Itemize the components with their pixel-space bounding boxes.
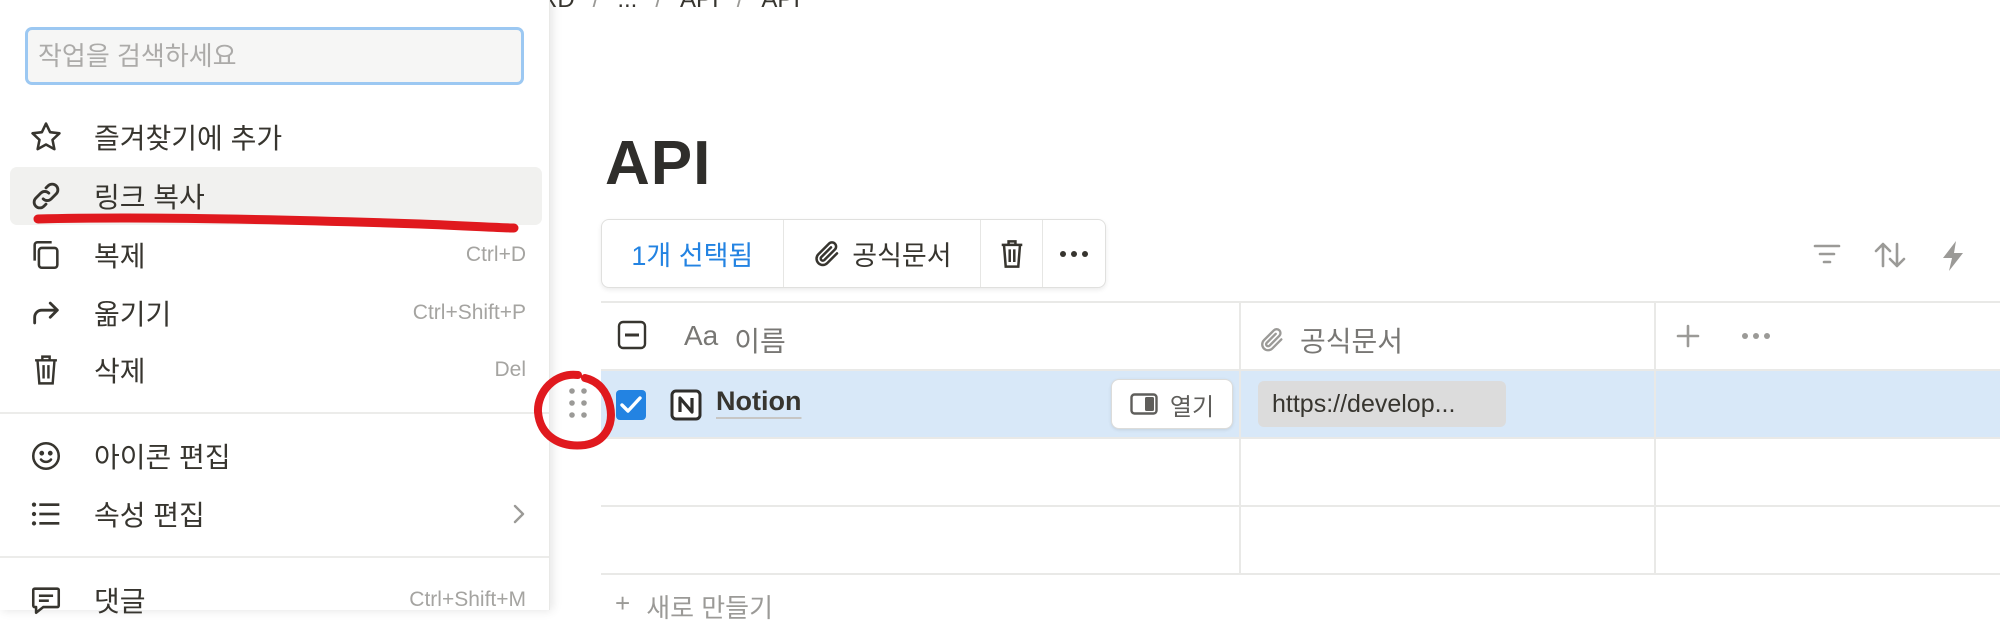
chevron-right-icon	[512, 503, 526, 525]
menu-item-label: 링크 복사	[94, 182, 205, 213]
menu-item-copy-link[interactable]: 링크 복사	[10, 167, 542, 225]
link-icon	[28, 178, 64, 214]
star-icon	[28, 119, 64, 155]
menu-item-move[interactable]: 옮기기 Ctrl+Shift+P	[10, 284, 542, 342]
column-header-label: 공식문서	[1300, 326, 1404, 357]
column-divider	[1239, 301, 1241, 574]
filter-icon	[1812, 240, 1842, 268]
move-icon	[28, 295, 64, 331]
smiley-icon	[28, 438, 64, 474]
trash-icon	[998, 238, 1026, 270]
plus-icon: +	[615, 588, 631, 618]
notion-logo-icon	[670, 389, 702, 421]
comment-icon	[28, 582, 64, 618]
column-header-label: 이름	[734, 326, 786, 357]
row-checkbox[interactable]	[615, 389, 647, 421]
menu-item-edit-properties[interactable]: 속성 편집	[10, 485, 542, 543]
menu-item-label: 속성 편집	[94, 500, 205, 531]
sort-button[interactable]	[1873, 240, 1907, 270]
context-menu: 즐겨찾기에 추가 링크 복사 복제 Ctrl+D 옮기기 Ctrl+Shift+…	[0, 0, 550, 617]
menu-divider	[0, 412, 549, 414]
edit-property-label: 공식문서	[852, 241, 952, 271]
menu-item-label: 복제	[94, 241, 146, 272]
breadcrumb-item[interactable]: API	[680, 0, 719, 14]
menu-item-edit-icon[interactable]: 아이콘 편집	[10, 427, 542, 485]
text-icon: Aa	[684, 320, 719, 351]
drag-handle[interactable]	[566, 385, 590, 421]
breadcrumb: RD / ... / API / API	[540, 0, 800, 14]
automation-button[interactable]	[1940, 240, 1966, 272]
breadcrumb-separator: /	[655, 0, 662, 14]
menu-divider	[0, 556, 549, 558]
menu-search-input[interactable]	[25, 27, 524, 85]
add-property-button[interactable]	[1674, 322, 1702, 350]
more-icon	[1741, 332, 1771, 340]
more-actions-button[interactable]	[1043, 220, 1105, 287]
table-divider	[601, 437, 2000, 439]
column-divider	[1654, 301, 1656, 574]
page-title[interactable]: API	[605, 128, 711, 199]
trash-icon	[28, 352, 64, 388]
menu-item-duplicate[interactable]: 복제 Ctrl+D	[10, 226, 542, 284]
open-page-button[interactable]: 열기	[1111, 379, 1233, 429]
paperclip-icon	[1258, 326, 1286, 354]
column-header-docs[interactable]: 공식문서	[1258, 320, 1403, 360]
breadcrumb-separator: /	[593, 0, 600, 14]
breadcrumb-item[interactable]: API	[761, 0, 800, 14]
drag-handle-icon	[566, 385, 590, 421]
edit-property-button[interactable]: 공식문서	[784, 220, 982, 287]
lightning-icon	[1940, 240, 1966, 272]
menu-item-shortcut: Ctrl+Shift+M	[409, 588, 526, 611]
duplicate-icon	[28, 237, 64, 273]
menu-item-label: 삭제	[94, 356, 146, 387]
filter-button[interactable]	[1812, 240, 1842, 268]
menu-item-delete[interactable]: 삭제 Del	[10, 341, 542, 399]
table-divider	[601, 369, 2000, 371]
bulk-action-bar: 1개 선택됨 공식문서	[601, 219, 1106, 288]
list-icon	[28, 496, 64, 532]
menu-item-comment[interactable]: 댓글 Ctrl+Shift+M	[10, 571, 542, 629]
table-more-button[interactable]	[1741, 332, 1771, 340]
table-border-top	[601, 301, 2000, 303]
menu-item-label: 옮기기	[94, 299, 172, 330]
select-all-checkbox[interactable]	[617, 320, 647, 350]
selected-count-button[interactable]: 1개 선택됨	[602, 220, 784, 287]
sort-icon	[1873, 240, 1907, 270]
menu-item-shortcut: Ctrl+D	[465, 243, 526, 266]
more-icon	[1059, 250, 1089, 258]
new-row-button[interactable]: + 새로 만들기	[615, 588, 773, 625]
column-header-name[interactable]: Aa 이름	[684, 320, 786, 360]
breadcrumb-item[interactable]: ...	[617, 0, 637, 14]
paperclip-icon	[812, 239, 842, 269]
delete-selected-button[interactable]	[981, 220, 1044, 287]
open-label: 열기	[1169, 393, 1215, 421]
menu-item-label: 댓글	[94, 586, 146, 617]
menu-item-add-favorite[interactable]: 즐겨찾기에 추가	[10, 108, 542, 166]
side-peek-icon	[1130, 393, 1158, 415]
table-divider	[601, 505, 2000, 507]
breadcrumb-separator: /	[737, 0, 744, 14]
table-divider	[601, 573, 2000, 575]
menu-item-shortcut: Ctrl+Shift+P	[412, 301, 526, 324]
menu-item-label: 즐겨찾기에 추가	[94, 123, 283, 154]
menu-item-label: 아이콘 편집	[94, 442, 231, 473]
url-cell[interactable]: https://develop...	[1258, 381, 1506, 427]
row-title[interactable]: Notion	[716, 386, 801, 417]
menu-item-shortcut: Del	[494, 358, 526, 381]
plus-icon	[1674, 322, 1702, 350]
new-row-label: 새로 만들기	[646, 593, 774, 623]
